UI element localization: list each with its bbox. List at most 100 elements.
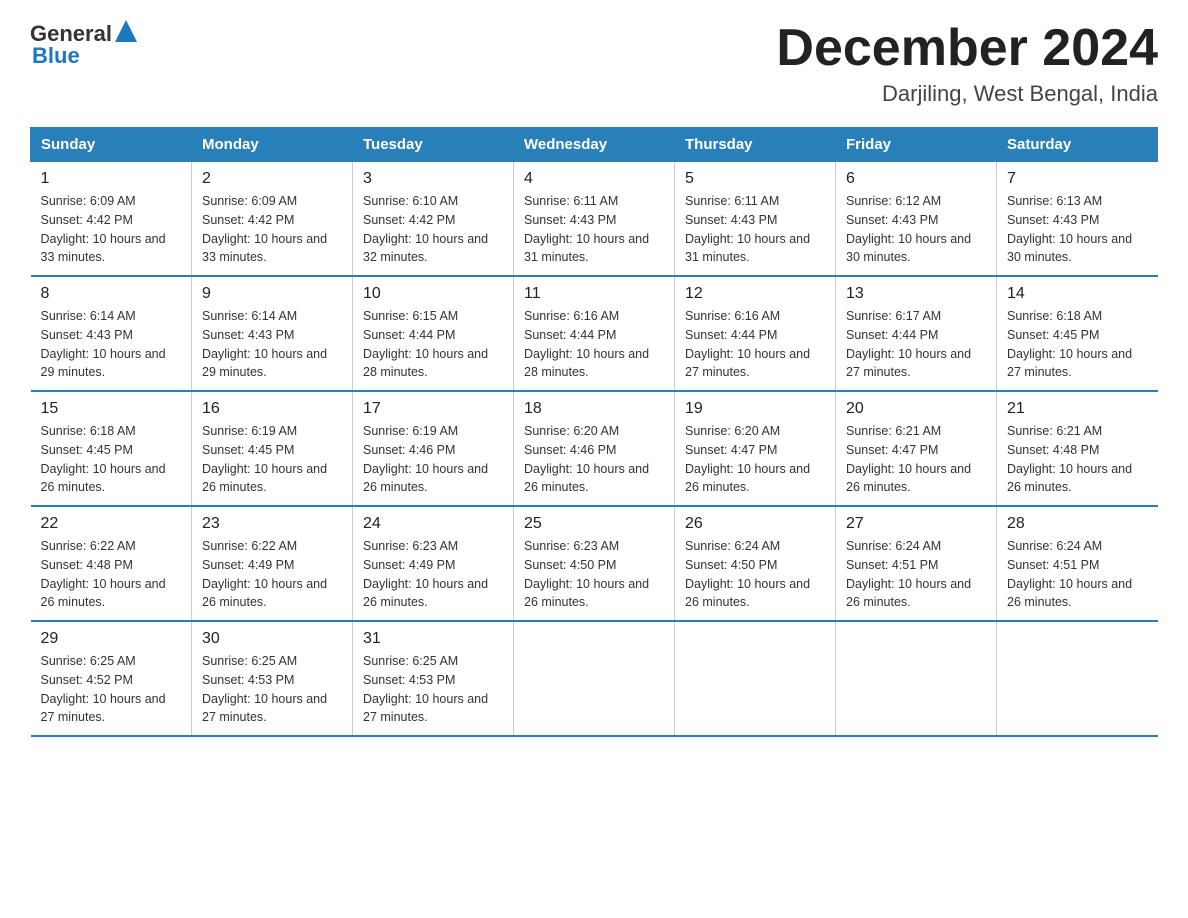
day-info: Sunrise: 6:14 AMSunset: 4:43 PMDaylight:… — [202, 307, 342, 382]
day-info: Sunrise: 6:25 AMSunset: 4:53 PMDaylight:… — [202, 652, 342, 727]
calendar-cell: 17 Sunrise: 6:19 AMSunset: 4:46 PMDayligh… — [353, 391, 514, 506]
day-info: Sunrise: 6:11 AMSunset: 4:43 PMDaylight:… — [685, 192, 825, 267]
calendar-cell — [836, 621, 997, 736]
day-number: 31 — [363, 630, 503, 648]
calendar-cell: 11Sunrise: 6:16 AMSunset: 4:44 PMDayligh… — [514, 276, 675, 391]
day-number: 30 — [202, 630, 342, 648]
day-info: Sunrise: 6:23 AMSunset: 4:49 PMDaylight:… — [363, 537, 503, 612]
day-info: Sunrise: 6:25 AMSunset: 4:53 PMDaylight:… — [363, 652, 503, 727]
day-number: 13 — [846, 285, 986, 303]
calendar-cell — [997, 621, 1158, 736]
calendar-cell: 4 Sunrise: 6:11 AMSunset: 4:43 PMDaylight… — [514, 162, 675, 277]
calendar-cell: 10 Sunrise: 6:15 AMSunset: 4:44 PMDayligh… — [353, 276, 514, 391]
day-info: Sunrise: 6:20 AMSunset: 4:46 PMDaylight:… — [524, 422, 664, 497]
day-info: Sunrise: 6:16 AMSunset: 4:44 PMDaylight:… — [524, 307, 664, 382]
day-info: Sunrise: 6:23 AMSunset: 4:50 PMDaylight:… — [524, 537, 664, 612]
day-info: Sunrise: 6:15 AMSunset: 4:44 PMDaylight:… — [363, 307, 503, 382]
logo: General Blue — [30, 20, 137, 69]
column-header-saturday: Saturday — [997, 128, 1158, 162]
calendar-cell: 22Sunrise: 6:22 AMSunset: 4:48 PMDayligh… — [31, 506, 192, 621]
calendar-table: SundayMondayTuesdayWednesdayThursdayFrid… — [30, 127, 1158, 737]
day-info: Sunrise: 6:19 AMSunset: 4:46 PMDaylight:… — [363, 422, 503, 497]
calendar-cell: 28 Sunrise: 6:24 AMSunset: 4:51 PMDayligh… — [997, 506, 1158, 621]
day-info: Sunrise: 6:22 AMSunset: 4:49 PMDaylight:… — [202, 537, 342, 612]
day-info: Sunrise: 6:10 AMSunset: 4:42 PMDaylight:… — [363, 192, 503, 267]
day-number: 3 — [363, 170, 503, 188]
calendar-cell: 13Sunrise: 6:17 AMSunset: 4:44 PMDayligh… — [836, 276, 997, 391]
day-number: 19 — [685, 400, 825, 418]
calendar-cell — [514, 621, 675, 736]
day-info: Sunrise: 6:14 AMSunset: 4:43 PMDaylight:… — [41, 307, 182, 382]
column-header-thursday: Thursday — [675, 128, 836, 162]
day-number: 17 — [363, 400, 503, 418]
calendar-cell: 29Sunrise: 6:25 AMSunset: 4:52 PMDayligh… — [31, 621, 192, 736]
column-header-friday: Friday — [836, 128, 997, 162]
calendar-week-row: 8Sunrise: 6:14 AMSunset: 4:43 PMDaylight… — [31, 276, 1158, 391]
logo-triangle-icon — [115, 20, 137, 42]
day-number: 12 — [685, 285, 825, 303]
day-number: 27 — [846, 515, 986, 533]
calendar-cell: 20Sunrise: 6:21 AMSunset: 4:47 PMDayligh… — [836, 391, 997, 506]
day-number: 1 — [41, 170, 182, 188]
day-info: Sunrise: 6:22 AMSunset: 4:48 PMDaylight:… — [41, 537, 182, 612]
calendar-header-row: SundayMondayTuesdayWednesdayThursdayFrid… — [31, 128, 1158, 162]
calendar-week-row: 15 Sunrise: 6:18 AMSunset: 4:45 PMDayligh… — [31, 391, 1158, 506]
day-info: Sunrise: 6:24 AMSunset: 4:51 PMDaylight:… — [846, 537, 986, 612]
day-info: Sunrise: 6:24 AMSunset: 4:51 PMDaylight:… — [1007, 537, 1148, 612]
calendar-cell: 12Sunrise: 6:16 AMSunset: 4:44 PMDayligh… — [675, 276, 836, 391]
day-info: Sunrise: 6:21 AMSunset: 4:47 PMDaylight:… — [846, 422, 986, 497]
calendar-cell: 30 Sunrise: 6:25 AMSunset: 4:53 PMDayligh… — [192, 621, 353, 736]
calendar-week-row: 29Sunrise: 6:25 AMSunset: 4:52 PMDayligh… — [31, 621, 1158, 736]
logo-blue-text: Blue — [32, 43, 80, 69]
calendar-cell: 16 Sunrise: 6:19 AMSunset: 4:45 PMDayligh… — [192, 391, 353, 506]
calendar-cell: 9Sunrise: 6:14 AMSunset: 4:43 PMDaylight… — [192, 276, 353, 391]
calendar-cell: 6Sunrise: 6:12 AMSunset: 4:43 PMDaylight… — [836, 162, 997, 277]
day-number: 7 — [1007, 170, 1148, 188]
calendar-cell: 1 Sunrise: 6:09 AMSunset: 4:42 PMDaylight… — [31, 162, 192, 277]
day-number: 5 — [685, 170, 825, 188]
day-info: Sunrise: 6:19 AMSunset: 4:45 PMDaylight:… — [202, 422, 342, 497]
calendar-cell: 14 Sunrise: 6:18 AMSunset: 4:45 PMDayligh… — [997, 276, 1158, 391]
day-number: 21 — [1007, 400, 1148, 418]
day-info: Sunrise: 6:12 AMSunset: 4:43 PMDaylight:… — [846, 192, 986, 267]
column-header-wednesday: Wednesday — [514, 128, 675, 162]
day-number: 16 — [202, 400, 342, 418]
calendar-cell: 27 Sunrise: 6:24 AMSunset: 4:51 PMDayligh… — [836, 506, 997, 621]
day-info: Sunrise: 6:09 AMSunset: 4:42 PMDaylight:… — [202, 192, 342, 267]
day-number: 15 — [41, 400, 182, 418]
calendar-cell: 23 Sunrise: 6:22 AMSunset: 4:49 PMDayligh… — [192, 506, 353, 621]
day-number: 14 — [1007, 285, 1148, 303]
day-number: 26 — [685, 515, 825, 533]
calendar-cell: 18 Sunrise: 6:20 AMSunset: 4:46 PMDayligh… — [514, 391, 675, 506]
day-info: Sunrise: 6:18 AMSunset: 4:45 PMDaylight:… — [1007, 307, 1148, 382]
calendar-cell: 26 Sunrise: 6:24 AMSunset: 4:50 PMDayligh… — [675, 506, 836, 621]
calendar-cell — [675, 621, 836, 736]
column-header-sunday: Sunday — [31, 128, 192, 162]
day-info: Sunrise: 6:09 AMSunset: 4:42 PMDaylight:… — [41, 192, 182, 267]
day-info: Sunrise: 6:24 AMSunset: 4:50 PMDaylight:… — [685, 537, 825, 612]
day-info: Sunrise: 6:13 AMSunset: 4:43 PMDaylight:… — [1007, 192, 1148, 267]
day-info: Sunrise: 6:11 AMSunset: 4:43 PMDaylight:… — [524, 192, 664, 267]
day-number: 18 — [524, 400, 664, 418]
page-header: General Blue December 2024 Darjiling, We… — [30, 20, 1158, 107]
calendar-cell: 8Sunrise: 6:14 AMSunset: 4:43 PMDaylight… — [31, 276, 192, 391]
day-number: 29 — [41, 630, 182, 648]
day-number: 10 — [363, 285, 503, 303]
calendar-week-row: 1 Sunrise: 6:09 AMSunset: 4:42 PMDaylight… — [31, 162, 1158, 277]
calendar-cell: 5 Sunrise: 6:11 AMSunset: 4:43 PMDaylight… — [675, 162, 836, 277]
calendar-cell: 24Sunrise: 6:23 AMSunset: 4:49 PMDayligh… — [353, 506, 514, 621]
day-number: 23 — [202, 515, 342, 533]
day-number: 28 — [1007, 515, 1148, 533]
title-area: December 2024 Darjiling, West Bengal, In… — [776, 20, 1158, 107]
calendar-cell: 25 Sunrise: 6:23 AMSunset: 4:50 PMDayligh… — [514, 506, 675, 621]
calendar-cell: 15 Sunrise: 6:18 AMSunset: 4:45 PMDayligh… — [31, 391, 192, 506]
day-info: Sunrise: 6:21 AMSunset: 4:48 PMDaylight:… — [1007, 422, 1148, 497]
day-number: 25 — [524, 515, 664, 533]
calendar-cell: 3 Sunrise: 6:10 AMSunset: 4:42 PMDaylight… — [353, 162, 514, 277]
day-info: Sunrise: 6:18 AMSunset: 4:45 PMDaylight:… — [41, 422, 182, 497]
day-number: 4 — [524, 170, 664, 188]
column-header-tuesday: Tuesday — [353, 128, 514, 162]
calendar-cell: 31 Sunrise: 6:25 AMSunset: 4:53 PMDayligh… — [353, 621, 514, 736]
calendar-cell: 7 Sunrise: 6:13 AMSunset: 4:43 PMDaylight… — [997, 162, 1158, 277]
calendar-week-row: 22Sunrise: 6:22 AMSunset: 4:48 PMDayligh… — [31, 506, 1158, 621]
